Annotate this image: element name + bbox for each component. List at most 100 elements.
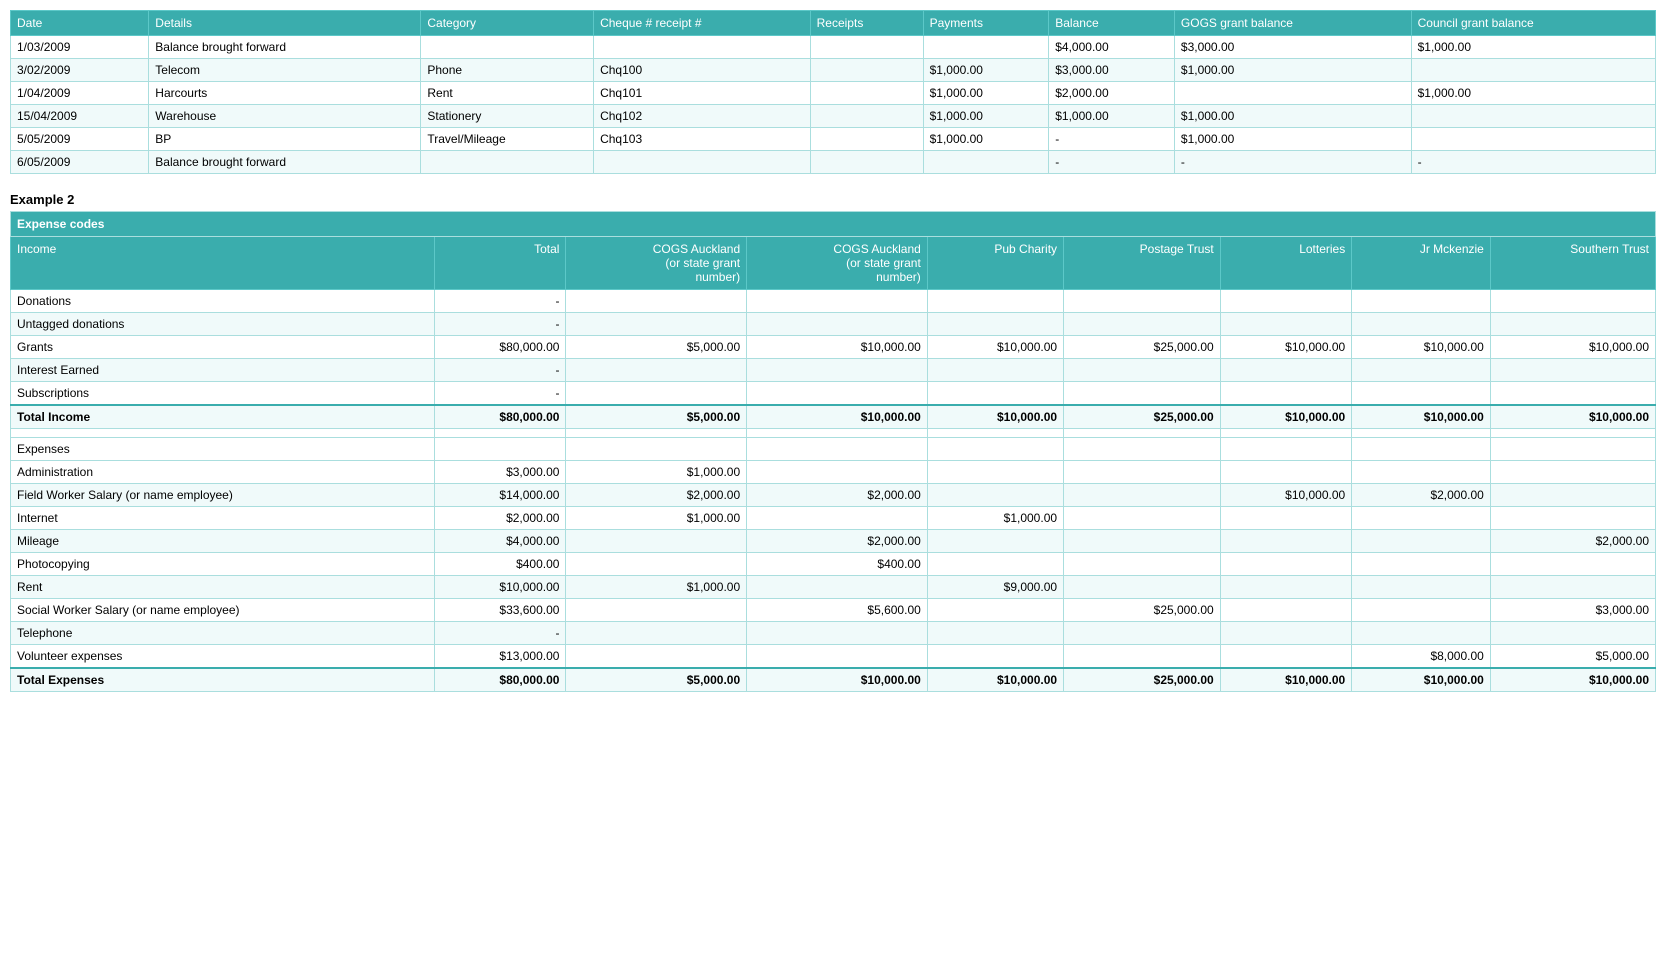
table-cell: $10,000.00 [434, 576, 566, 599]
table-cell: Balance brought forward [149, 36, 421, 59]
table1-header-row: Date Details Category Cheque # receipt #… [11, 11, 1656, 36]
table-cell: $10,000.00 [1352, 336, 1491, 359]
table-cell: Telecom [149, 59, 421, 82]
col-payments: Payments [923, 11, 1049, 36]
table-cell: Mileage [11, 530, 435, 553]
table-cell: $2,000.00 [1049, 82, 1175, 105]
table-cell [421, 36, 594, 59]
spacer-row [11, 429, 1656, 438]
col-council-grant: Council grant balance [1411, 11, 1655, 36]
table-cell: Subscriptions [11, 382, 435, 406]
table-cell: $4,000.00 [434, 530, 566, 553]
income-row: Untagged donations- [11, 313, 1656, 336]
table-cell [927, 484, 1063, 507]
table-cell [1220, 507, 1352, 530]
table-cell: Administration [11, 461, 435, 484]
table-cell: $1,000.00 [1411, 36, 1655, 59]
table-cell: Chq101 [594, 82, 811, 105]
table-cell [594, 36, 811, 59]
table-cell: Phone [421, 59, 594, 82]
table-cell: - [1049, 151, 1175, 174]
table2-header-row: Income Total COGS Auckland(or state gran… [11, 237, 1656, 290]
table-cell: $400.00 [434, 553, 566, 576]
table-cell: $1,000.00 [566, 507, 747, 530]
table-cell: $1,000.00 [923, 59, 1049, 82]
table-cell: $25,000.00 [1064, 599, 1221, 622]
table-cell [1064, 645, 1221, 669]
income-row: Interest Earned- [11, 359, 1656, 382]
table-cell [1220, 576, 1352, 599]
table-cell [1490, 622, 1655, 645]
table-cell: Balance brought forward [149, 151, 421, 174]
table-cell [1490, 461, 1655, 484]
table-cell [1220, 290, 1352, 313]
table-cell: $10,000.00 [1490, 405, 1655, 429]
expenses-label: Expenses [11, 438, 435, 461]
col-pub-charity: Pub Charity [927, 237, 1063, 290]
table-cell: $1,000.00 [923, 82, 1049, 105]
expense-codes-label: Expense codes [11, 212, 1656, 237]
table-cell: $1,000.00 [927, 507, 1063, 530]
table-cell [566, 553, 747, 576]
table-cell [1352, 313, 1491, 336]
table-cell: $400.00 [747, 553, 928, 576]
table-cell: $5,000.00 [566, 336, 747, 359]
table-cell: $2,000.00 [1490, 530, 1655, 553]
table-cell [1064, 484, 1221, 507]
total-expenses-row: Total Expenses$80,000.00$5,000.00$10,000… [11, 668, 1656, 692]
table2: Expense codes Income Total COGS Auckland… [10, 211, 1656, 692]
table-cell [927, 382, 1063, 406]
col-details: Details [149, 11, 421, 36]
table-cell [566, 645, 747, 669]
table1: Date Details Category Cheque # receipt #… [10, 10, 1656, 174]
col-jr-mckenzie: Jr Mckenzie [1352, 237, 1491, 290]
table-cell: Social Worker Salary (or name employee) [11, 599, 435, 622]
table-cell [1411, 59, 1655, 82]
table-cell [923, 36, 1049, 59]
table-cell: $8,000.00 [1352, 645, 1491, 669]
table-cell: $2,000.00 [747, 484, 928, 507]
table-cell: $5,000.00 [566, 668, 747, 692]
col-gogs-grant: GOGS grant balance [1174, 11, 1411, 36]
table-cell: $25,000.00 [1064, 336, 1221, 359]
table-cell: Rent [11, 576, 435, 599]
table-cell: Rent [421, 82, 594, 105]
col-income: Income [11, 237, 435, 290]
table-cell [421, 151, 594, 174]
table-cell [1064, 507, 1221, 530]
table-cell [1352, 553, 1491, 576]
table-cell: $4,000.00 [1049, 36, 1175, 59]
table-cell: $1,000.00 [1174, 59, 1411, 82]
table-cell: - [434, 382, 566, 406]
expense-codes-row: Expense codes [11, 212, 1656, 237]
table-cell [1352, 461, 1491, 484]
table-cell [1174, 82, 1411, 105]
table-cell [1490, 507, 1655, 530]
table-cell: $10,000.00 [1220, 336, 1352, 359]
table-cell: $80,000.00 [434, 336, 566, 359]
table-cell [1064, 576, 1221, 599]
table-cell [1352, 622, 1491, 645]
table-cell [566, 622, 747, 645]
table-cell: - [1049, 128, 1175, 151]
table-cell [810, 36, 923, 59]
table-cell: $3,000.00 [1174, 36, 1411, 59]
table-cell [1220, 313, 1352, 336]
table-cell: Grants [11, 336, 435, 359]
col-southern-trust: Southern Trust [1490, 237, 1655, 290]
table-cell: - [434, 290, 566, 313]
table-cell [1490, 359, 1655, 382]
table-cell: $1,000.00 [1174, 128, 1411, 151]
table-cell: $10,000.00 [1352, 668, 1491, 692]
table-cell: $10,000.00 [1490, 668, 1655, 692]
table-row: 1/04/2009HarcourtsRentChq101$1,000.00$2,… [11, 82, 1656, 105]
table-cell [1220, 461, 1352, 484]
table-cell: Internet [11, 507, 435, 530]
table-cell [1220, 645, 1352, 669]
table-cell [927, 553, 1063, 576]
expense-row: Administration$3,000.00$1,000.00 [11, 461, 1656, 484]
table-cell: $2,000.00 [1352, 484, 1491, 507]
table-cell [927, 359, 1063, 382]
table-cell [1220, 599, 1352, 622]
table-cell: $1,000.00 [1174, 105, 1411, 128]
